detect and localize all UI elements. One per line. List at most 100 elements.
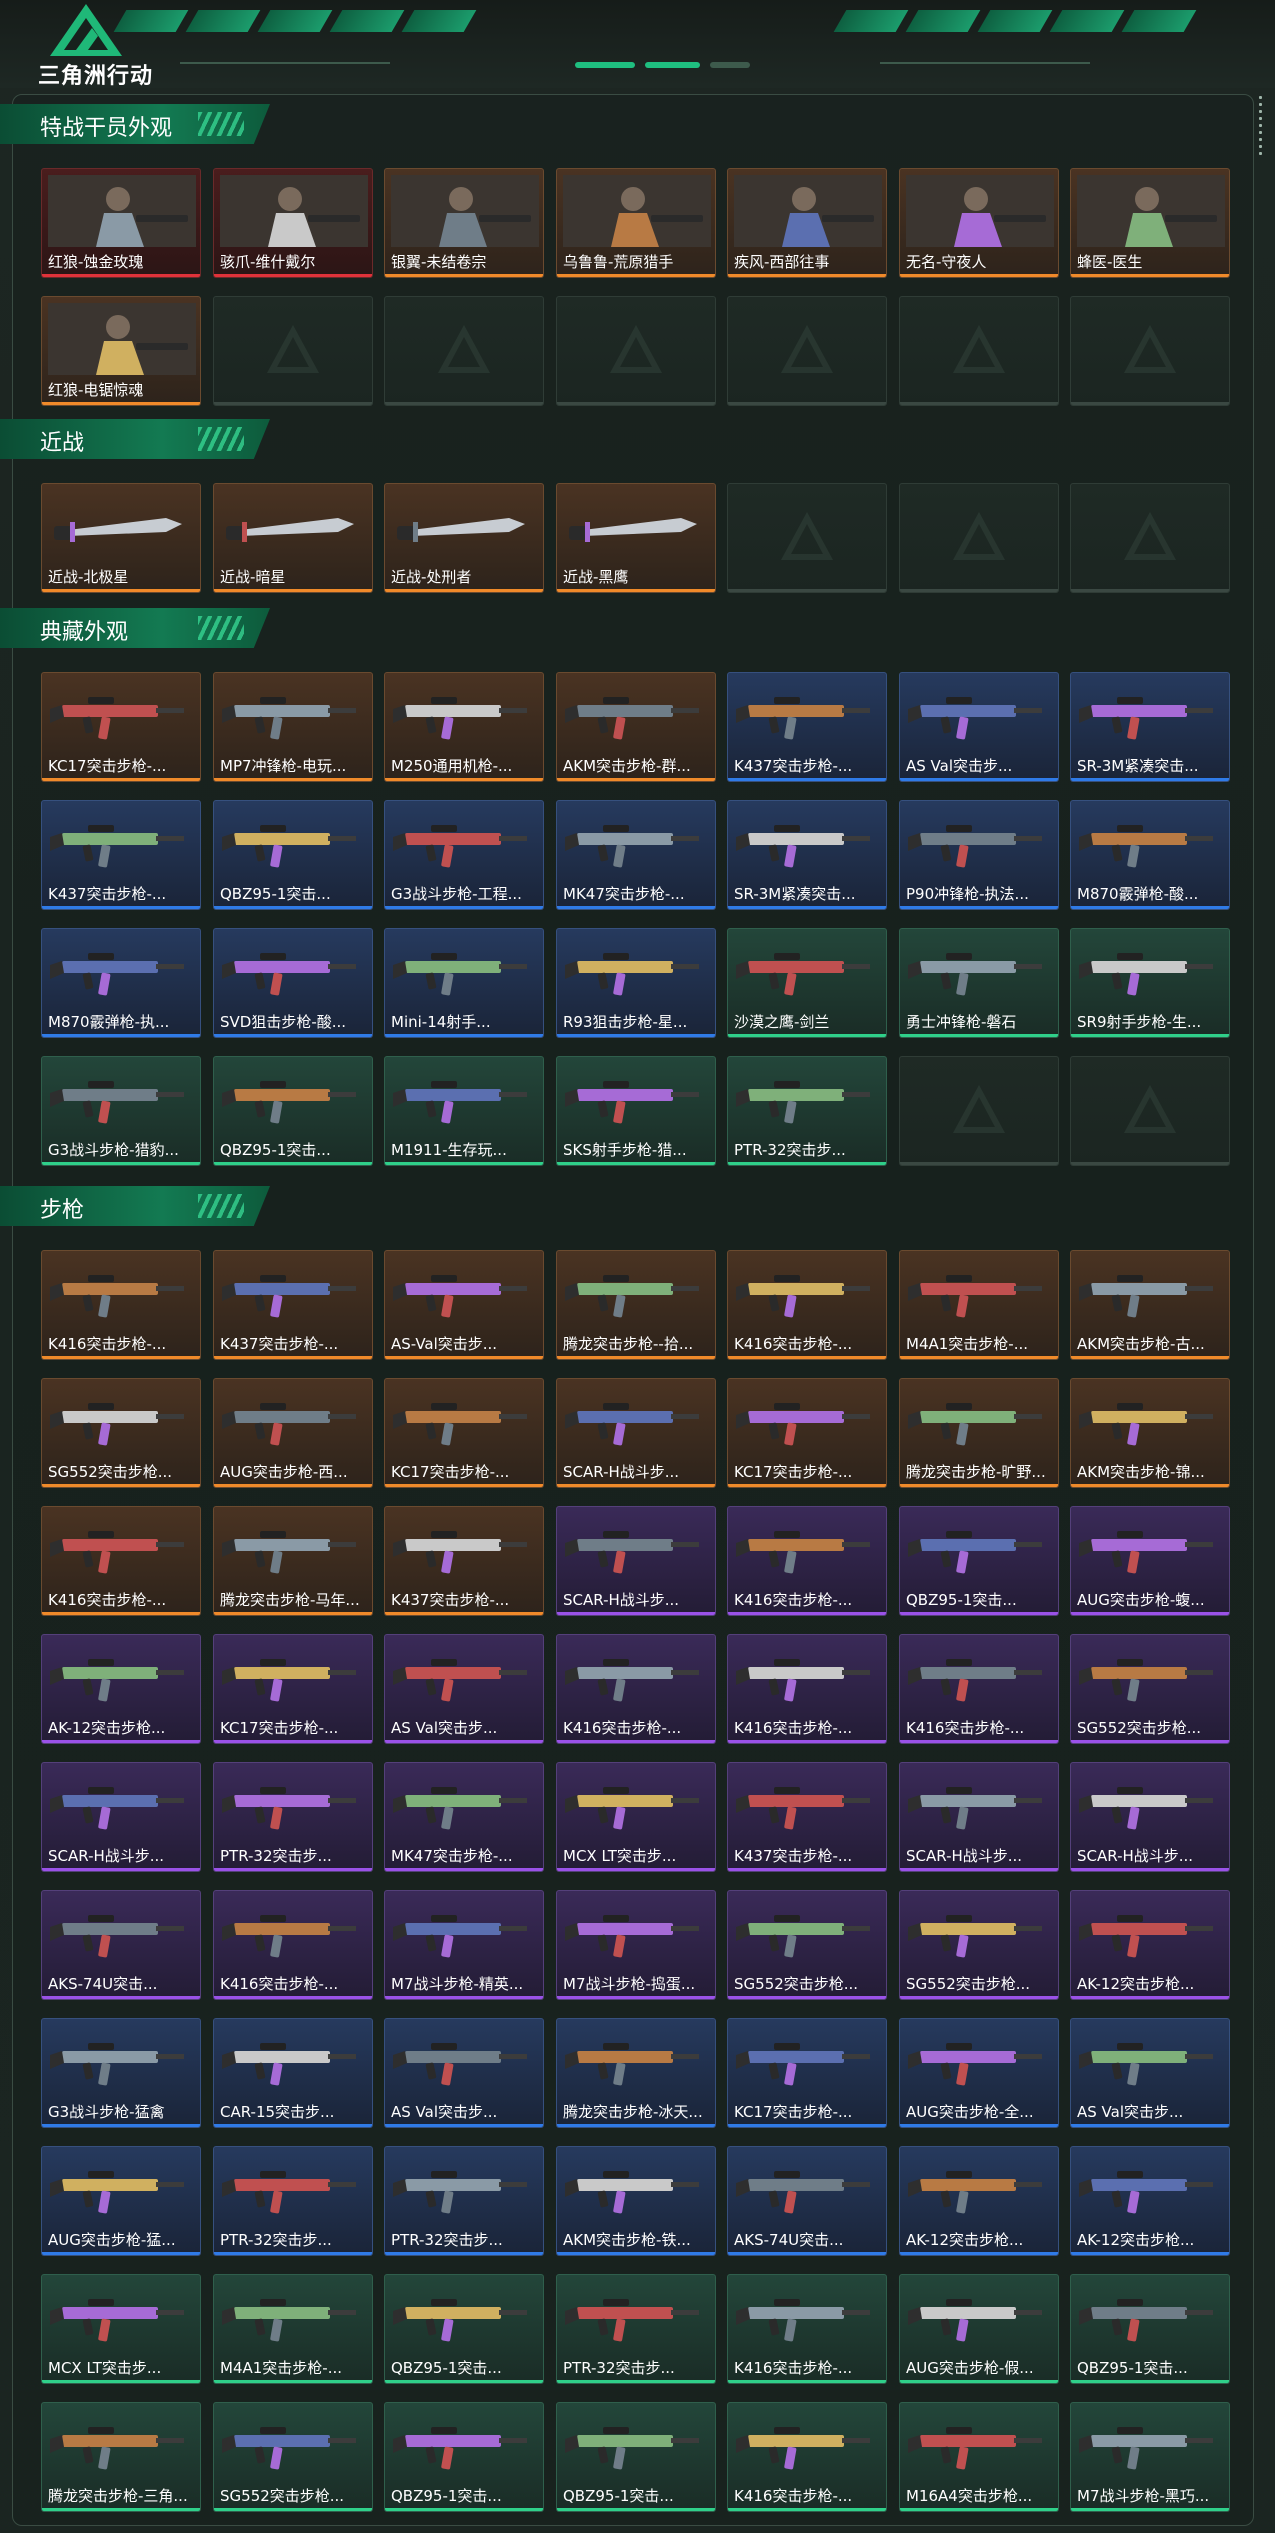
item-card[interactable]: K416突击步枪-... bbox=[727, 2402, 887, 2512]
item-card[interactable]: 近战-北极星 bbox=[41, 483, 201, 593]
item-card[interactable]: AUG突击步枪-蝮... bbox=[1070, 1506, 1230, 1616]
item-card[interactable]: K437突击步枪-... bbox=[41, 800, 201, 910]
item-card[interactable]: SG552突击步枪... bbox=[213, 2402, 373, 2512]
item-card[interactable]: SCAR-H战斗步... bbox=[556, 1506, 716, 1616]
item-card[interactable]: AS Val突击步... bbox=[384, 2018, 544, 2128]
item-card[interactable]: 近战-处刑者 bbox=[384, 483, 544, 593]
item-card[interactable]: AUG突击步枪-假... bbox=[899, 2274, 1059, 2384]
item-card[interactable]: 红狼-蚀金玫瑰 bbox=[41, 168, 201, 278]
item-card[interactable]: AK-12突击步枪... bbox=[41, 1634, 201, 1744]
item-card[interactable]: SG552突击步枪... bbox=[41, 1378, 201, 1488]
item-card[interactable]: SG552突击步枪... bbox=[727, 1890, 887, 2000]
item-card[interactable]: 勇士冲锋枪-磐石 bbox=[899, 928, 1059, 1038]
item-card[interactable]: AUG突击步枪-全... bbox=[899, 2018, 1059, 2128]
item-card[interactable]: KC17突击步枪-... bbox=[384, 1378, 544, 1488]
item-card[interactable]: AS Val突击步... bbox=[1070, 2018, 1230, 2128]
item-card[interactable]: QBZ95-1突击... bbox=[384, 2274, 544, 2384]
item-card[interactable]: KC17突击步枪-... bbox=[41, 672, 201, 782]
item-card[interactable]: MCX LT突击步... bbox=[556, 1762, 716, 1872]
item-card[interactable]: Mini-14射手... bbox=[384, 928, 544, 1038]
item-card[interactable]: M4A1突击步枪-... bbox=[213, 2274, 373, 2384]
item-card[interactable]: K416突击步枪-... bbox=[727, 1506, 887, 1616]
item-card[interactable]: QBZ95-1突击... bbox=[556, 2402, 716, 2512]
item-card[interactable]: AKM突击步枪-铁... bbox=[556, 2146, 716, 2256]
item-card[interactable]: QBZ95-1突击... bbox=[899, 1506, 1059, 1616]
item-card[interactable]: AKM突击步枪-群... bbox=[556, 672, 716, 782]
item-card[interactable]: 红狼-电锯惊魂 bbox=[41, 296, 201, 406]
item-card[interactable]: PTR-32突击步... bbox=[213, 1762, 373, 1872]
item-card[interactable]: 腾龙突击步枪-冰天... bbox=[556, 2018, 716, 2128]
item-card[interactable]: KC17突击步枪-... bbox=[727, 1378, 887, 1488]
item-card[interactable]: AS Val突击步... bbox=[899, 672, 1059, 782]
item-card[interactable]: CAR-15突击步... bbox=[213, 2018, 373, 2128]
item-card[interactable]: K416突击步枪-... bbox=[727, 2274, 887, 2384]
item-card[interactable]: M16A4突击步枪... bbox=[899, 2402, 1059, 2512]
item-card[interactable]: 腾龙突击步枪-三角... bbox=[41, 2402, 201, 2512]
item-card[interactable]: M870霰弹枪-酸... bbox=[1070, 800, 1230, 910]
item-card[interactable]: 近战-黑鹰 bbox=[556, 483, 716, 593]
item-card[interactable]: MP7冲锋枪-电玩... bbox=[213, 672, 373, 782]
item-card[interactable]: AK-12突击步枪... bbox=[1070, 2146, 1230, 2256]
item-card[interactable]: K416突击步枪-... bbox=[727, 1250, 887, 1360]
item-card[interactable]: MK47突击步枪-... bbox=[384, 1762, 544, 1872]
item-card[interactable]: P90冲锋枪-执法... bbox=[899, 800, 1059, 910]
item-card[interactable]: 近战-暗星 bbox=[213, 483, 373, 593]
item-card[interactable]: 乌鲁鲁-荒原猎手 bbox=[556, 168, 716, 278]
item-card[interactable]: AUG突击步枪-西... bbox=[213, 1378, 373, 1488]
item-card[interactable]: G3战斗步枪-猎豹... bbox=[41, 1056, 201, 1166]
item-card[interactable]: SR-3M紧凑突击... bbox=[1070, 672, 1230, 782]
item-card[interactable]: AKM突击步枪-古... bbox=[1070, 1250, 1230, 1360]
item-card[interactable]: 腾龙突击步枪-马年... bbox=[213, 1506, 373, 1616]
item-card[interactable]: MCX LT突击步... bbox=[41, 2274, 201, 2384]
item-card[interactable]: PTR-32突击步... bbox=[727, 1056, 887, 1166]
item-card[interactable]: 无名-守夜人 bbox=[899, 168, 1059, 278]
item-card[interactable]: KC17突击步枪-... bbox=[213, 1634, 373, 1744]
item-card[interactable]: M250通用机枪-... bbox=[384, 672, 544, 782]
item-card[interactable]: SR-3M紧凑突击... bbox=[727, 800, 887, 910]
item-card[interactable]: AK-12突击步枪... bbox=[899, 2146, 1059, 2256]
item-card[interactable]: SR9射手步枪-生... bbox=[1070, 928, 1230, 1038]
item-card[interactable]: 银翼-未结卷宗 bbox=[384, 168, 544, 278]
item-card[interactable]: QBZ95-1突击... bbox=[213, 1056, 373, 1166]
item-card[interactable]: R93狙击步枪-星... bbox=[556, 928, 716, 1038]
item-card[interactable]: 沙漠之鹰-剑兰 bbox=[727, 928, 887, 1038]
item-card[interactable]: AK-12突击步枪... bbox=[1070, 1890, 1230, 2000]
item-card[interactable]: K416突击步枪-... bbox=[213, 1890, 373, 2000]
item-card[interactable]: SG552突击步枪... bbox=[1070, 1634, 1230, 1744]
item-card[interactable]: SKS射手步枪-猎... bbox=[556, 1056, 716, 1166]
item-card[interactable]: K437突击步枪-... bbox=[727, 1762, 887, 1872]
item-card[interactable]: K416突击步枪-... bbox=[899, 1634, 1059, 1744]
item-card[interactable]: M7战斗步枪-精英... bbox=[384, 1890, 544, 2000]
item-card[interactable]: PTR-32突击步... bbox=[213, 2146, 373, 2256]
item-card[interactable]: SCAR-H战斗步... bbox=[899, 1762, 1059, 1872]
item-card[interactable]: QBZ95-1突击... bbox=[213, 800, 373, 910]
item-card[interactable]: AUG突击步枪-猛... bbox=[41, 2146, 201, 2256]
item-card[interactable]: PTR-32突击步... bbox=[384, 2146, 544, 2256]
item-card[interactable]: K416突击步枪-... bbox=[727, 1634, 887, 1744]
item-card[interactable]: AS Val突击步... bbox=[384, 1634, 544, 1744]
item-card[interactable]: AKM突击步枪-锦... bbox=[1070, 1378, 1230, 1488]
item-card[interactable]: K437突击步枪-... bbox=[213, 1250, 373, 1360]
item-card[interactable]: 腾龙突击步枪--拾... bbox=[556, 1250, 716, 1360]
item-card[interactable]: 腾龙突击步枪-旷野... bbox=[899, 1378, 1059, 1488]
item-card[interactable]: KC17突击步枪-... bbox=[727, 2018, 887, 2128]
item-card[interactable]: K437突击步枪-... bbox=[384, 1506, 544, 1616]
item-card[interactable]: QBZ95-1突击... bbox=[384, 2402, 544, 2512]
item-card[interactable]: K416突击步枪-... bbox=[41, 1250, 201, 1360]
item-card[interactable]: SCAR-H战斗步... bbox=[1070, 1762, 1230, 1872]
item-card[interactable]: M7战斗步枪-黑巧... bbox=[1070, 2402, 1230, 2512]
item-card[interactable]: SG552突击步枪... bbox=[899, 1890, 1059, 2000]
item-card[interactable]: M7战斗步枪-捣蛋... bbox=[556, 1890, 716, 2000]
item-card[interactable]: 疾风-西部往事 bbox=[727, 168, 887, 278]
item-card[interactable]: 骇爪-维什戴尔 bbox=[213, 168, 373, 278]
item-card[interactable]: G3战斗步枪-猛禽 bbox=[41, 2018, 201, 2128]
item-card[interactable]: SVD狙击步枪-酸... bbox=[213, 928, 373, 1038]
item-card[interactable]: AKS-74U突击... bbox=[727, 2146, 887, 2256]
item-card[interactable]: K416突击步枪-... bbox=[556, 1634, 716, 1744]
item-card[interactable]: PTR-32突击步... bbox=[556, 2274, 716, 2384]
item-card[interactable]: K416突击步枪-... bbox=[41, 1506, 201, 1616]
item-card[interactable]: AKS-74U突击... bbox=[41, 1890, 201, 2000]
item-card[interactable]: M1911-生存玩... bbox=[384, 1056, 544, 1166]
item-card[interactable]: AS-Val突击步... bbox=[384, 1250, 544, 1360]
item-card[interactable]: G3战斗步枪-工程... bbox=[384, 800, 544, 910]
